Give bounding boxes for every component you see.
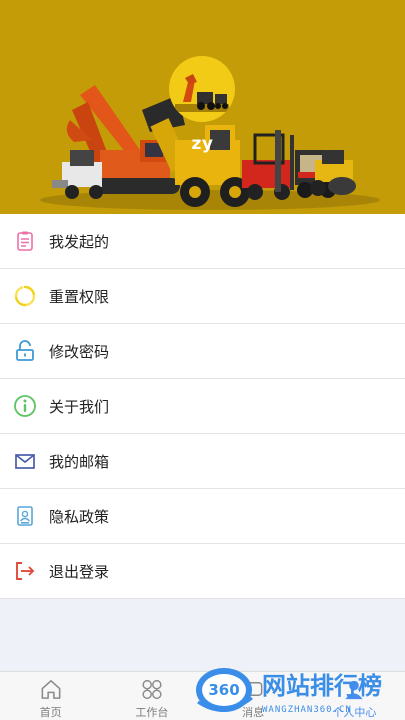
menu-item-label: 隐私政策 [49, 507, 110, 526]
mail-icon [13, 449, 37, 473]
watermark-logo: 360 [208, 681, 239, 699]
watermark-title: 网站排行榜 [262, 672, 382, 700]
privacy-doc-icon [13, 504, 37, 528]
site-watermark: 360 网站排行榜 WANGZHAN360.CN [190, 660, 405, 720]
tab-label: 首页 [39, 706, 62, 719]
menu-item-label: 关于我们 [49, 397, 110, 416]
clipboard-icon [13, 229, 37, 253]
menu-item-my-mailbox[interactable]: 我的邮箱 [0, 434, 405, 489]
info-icon [13, 394, 37, 418]
avatar[interactable] [169, 56, 235, 122]
menu-item-label: 修改密码 [49, 342, 110, 361]
logout-icon [13, 559, 37, 583]
menu-item-label: 我发起的 [49, 232, 110, 251]
refresh-icon [13, 284, 37, 308]
tab-label: 工作台 [135, 706, 169, 719]
menu-item-reset-permission[interactable]: 重置权限 [0, 269, 405, 324]
settings-menu: 我发起的 重置权限 修改密码 关于我们 我的邮箱 隐私政策 退出登录 [0, 214, 405, 599]
menu-item-privacy-policy[interactable]: 隐私政策 [0, 489, 405, 544]
avatar-machinery-icon [175, 74, 229, 112]
profile-banner: zy [0, 0, 405, 214]
menu-item-label: 我的邮箱 [49, 452, 110, 471]
menu-item-my-initiated[interactable]: 我发起的 [0, 214, 405, 269]
menu-item-about-us[interactable]: 关于我们 [0, 379, 405, 434]
grid-icon [142, 679, 162, 700]
tab-home[interactable]: 首页 [0, 672, 101, 720]
username: zy [191, 134, 214, 154]
tab-workbench[interactable]: 工作台 [101, 672, 202, 720]
watermark-url: WANGZHAN360.CN [262, 705, 352, 715]
menu-item-label: 重置权限 [49, 287, 110, 306]
home-icon [41, 680, 61, 699]
menu-item-change-password[interactable]: 修改密码 [0, 324, 405, 379]
menu-item-label: 退出登录 [49, 562, 110, 581]
unlock-icon [13, 339, 37, 363]
menu-item-logout[interactable]: 退出登录 [0, 544, 405, 599]
